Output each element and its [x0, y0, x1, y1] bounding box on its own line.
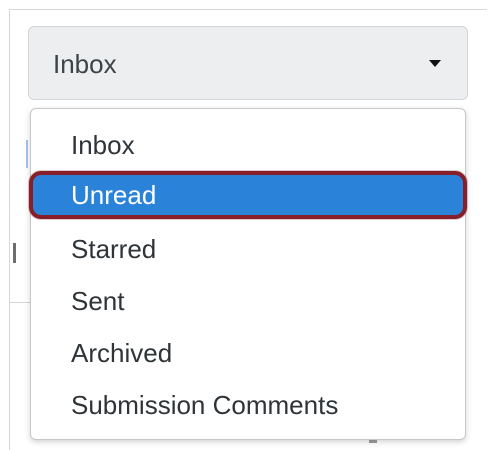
caret-down-icon[interactable]	[429, 60, 441, 67]
option-sent[interactable]: Sent	[31, 275, 465, 327]
mailbox-filter-dropdown: Inbox Unread Starred Sent Archived Submi…	[29, 108, 467, 440]
option-label: Submission Comments	[71, 390, 339, 420]
option-archived[interactable]: Archived	[31, 327, 465, 379]
option-submission-comments[interactable]: Submission Comments	[31, 379, 465, 431]
background-divider	[10, 302, 30, 303]
option-label: Inbox	[71, 130, 135, 160]
option-unread[interactable]: Unread	[29, 171, 467, 219]
option-starred[interactable]: Starred	[31, 223, 465, 275]
option-label: Sent	[71, 286, 125, 316]
option-label: Unread	[71, 180, 157, 210]
option-inbox[interactable]: Inbox	[31, 119, 465, 171]
mailbox-filter-select[interactable]: Inbox	[28, 26, 468, 100]
select-current-value: Inbox	[53, 49, 117, 79]
background-text-fragment	[13, 243, 16, 263]
option-label: Starred	[71, 234, 157, 264]
option-label: Archived	[71, 338, 173, 368]
